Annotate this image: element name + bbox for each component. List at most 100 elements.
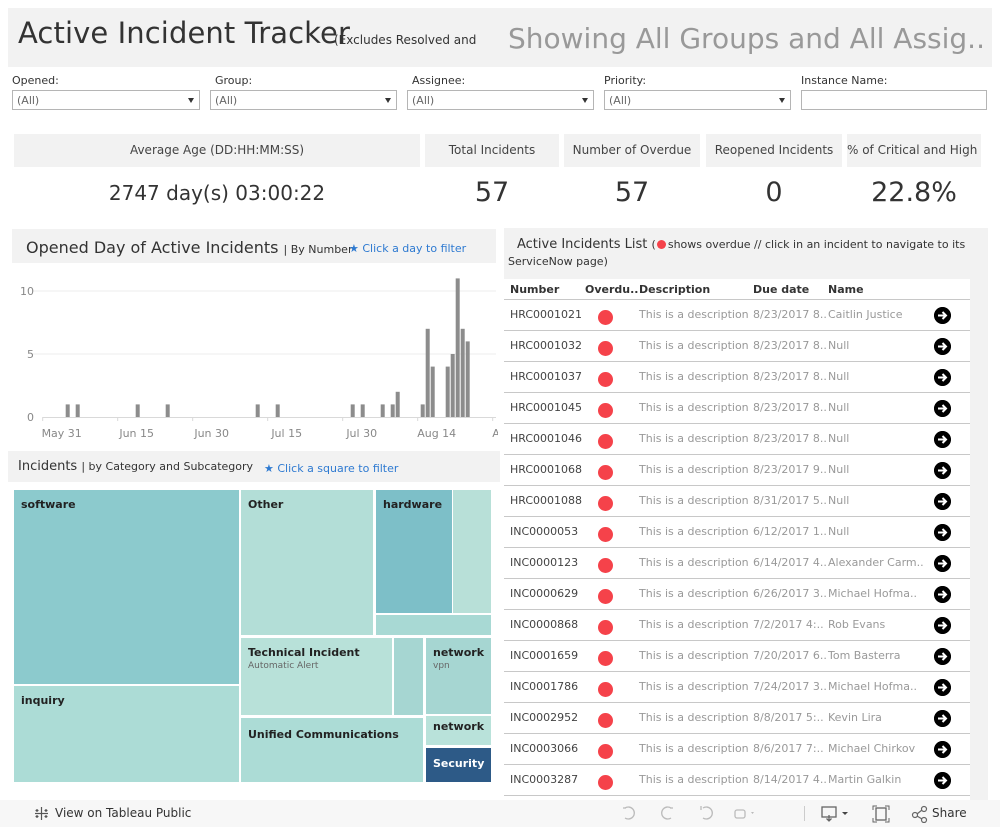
incident-row[interactable]: INC0003287 This is a description 8/14/2017… [504, 765, 970, 796]
treemap-cell-other[interactable]: Other [241, 490, 373, 635]
bar-aug-17[interactable] [430, 366, 435, 417]
navigate-arrow-icon[interactable] [934, 679, 951, 696]
navigate-arrow-icon[interactable] [934, 462, 951, 479]
column-header-name[interactable]: Name [828, 283, 864, 296]
bar-aug-20[interactable] [445, 366, 450, 417]
incident-number[interactable]: INC0002952 [510, 711, 578, 724]
bar-aug-23[interactable] [460, 328, 465, 417]
incident-number[interactable]: HRC0001088 [510, 494, 582, 507]
opened-day-bar-chart[interactable]: 0 5 10 May 31 Jun 15 Jun 30 Jul 15 Jul 30 Aug 14… [12, 263, 498, 445]
navigate-arrow-icon[interactable] [934, 648, 951, 665]
download-icon[interactable] [820, 805, 852, 823]
incident-row[interactable]: INC0000629 This is a description 6/26/2017… [504, 579, 970, 610]
incident-number[interactable]: HRC0001068 [510, 463, 582, 476]
incident-number[interactable]: HRC0001021 [510, 308, 582, 321]
bar-aug-16[interactable] [425, 328, 430, 417]
treemap-cell-technical-incident[interactable]: Technical Incident Automatic Alert [241, 638, 392, 715]
filter-opened-dropdown[interactable]: (All) [12, 90, 200, 110]
refresh-dropdown-icon[interactable] [733, 805, 759, 821]
treemap-cell-inquiry[interactable]: inquiry [14, 686, 239, 782]
filter-group-dropdown[interactable]: (All) [210, 90, 397, 110]
treemap-cell-hardware-sub2[interactable] [376, 615, 491, 635]
incident-row[interactable]: INC0000053 This is a description 6/12/2017… [504, 517, 970, 548]
bar-aug-10[interactable] [395, 391, 400, 417]
bar-aug-9[interactable] [390, 404, 395, 417]
navigate-arrow-icon[interactable] [934, 586, 951, 603]
undo-icon[interactable] [620, 805, 636, 821]
incident-row[interactable]: INC0002952 This is a description 8/8/2017 … [504, 703, 970, 734]
navigate-arrow-icon[interactable] [934, 369, 951, 386]
bar-aug-21[interactable] [450, 354, 455, 417]
incident-number[interactable]: HRC0001037 [510, 370, 582, 383]
incident-number[interactable]: HRC0001046 [510, 432, 582, 445]
incident-row[interactable]: HRC0001088 This is a description 8/31/2017… [504, 486, 970, 517]
incident-number[interactable]: INC0003287 [510, 773, 578, 786]
navigate-arrow-icon[interactable] [934, 772, 951, 789]
incident-row[interactable]: INC0003066 This is a description 8/6/2017 … [504, 734, 970, 765]
column-header-description[interactable]: Description [639, 283, 710, 296]
incident-row[interactable]: INC0001786 This is a description 7/24/2017… [504, 672, 970, 703]
navigate-arrow-icon[interactable] [934, 400, 951, 417]
treemap-cell-hardware[interactable]: hardware [376, 490, 452, 613]
treemap-cell-technical-sub[interactable] [394, 638, 423, 715]
treemap-cell-software[interactable]: software [14, 490, 239, 684]
treemap-cell-unified-communications[interactable]: Unified Communications [241, 718, 423, 782]
column-header-due-date[interactable]: Due date [753, 283, 809, 296]
navigate-arrow-icon[interactable] [934, 710, 951, 727]
bar-aug-1[interactable] [350, 404, 355, 417]
share-button[interactable]: Share [932, 806, 967, 820]
incident-number[interactable]: INC0003066 [510, 742, 578, 755]
view-on-tableau-public-link[interactable]: View on Tableau Public [55, 806, 191, 820]
navigate-arrow-icon[interactable] [934, 617, 951, 634]
incident-number[interactable]: INC0001786 [510, 680, 578, 693]
incident-row[interactable]: HRC0001032 This is a description 8/23/2017… [504, 331, 970, 362]
bar-jun-7[interactable] [75, 404, 80, 417]
navigate-arrow-icon[interactable] [934, 307, 951, 324]
bar-aug-3[interactable] [360, 404, 365, 417]
incident-row[interactable]: HRC0001068 This is a description 8/23/2017… [504, 455, 970, 486]
navigate-arrow-icon[interactable] [934, 741, 951, 758]
incident-number[interactable]: INC0001659 [510, 649, 578, 662]
navigate-arrow-icon[interactable] [934, 338, 951, 355]
fullscreen-icon[interactable] [872, 805, 890, 823]
incident-number[interactable]: HRC0001045 [510, 401, 582, 414]
incident-row[interactable]: INC0000123 This is a description 6/14/2017… [504, 548, 970, 579]
incident-row[interactable]: INC0001659 This is a description 7/20/2017… [504, 641, 970, 672]
incident-row[interactable]: HRC0001021 This is a description 8/23/2017… [504, 300, 970, 331]
filter-instance-input[interactable] [801, 90, 987, 110]
incident-row[interactable]: HRC0001037 This is a description 8/23/2017… [504, 362, 970, 393]
filter-priority-dropdown[interactable]: (All) [604, 90, 791, 110]
bar-jun-5[interactable] [65, 404, 70, 417]
treemap-cell-security[interactable]: Security [426, 748, 491, 782]
bar-jul-17[interactable] [275, 404, 280, 417]
incident-number[interactable]: HRC0001032 [510, 339, 582, 352]
incident-number[interactable]: INC0000053 [510, 525, 578, 538]
incident-row[interactable]: HRC0001045 This is a description 8/23/2017… [504, 393, 970, 424]
kpi-average-age-label: Average Age (DD:HH:MM:SS) [14, 134, 420, 167]
bar-jun-19[interactable] [135, 404, 140, 417]
share-icon[interactable] [911, 805, 929, 823]
column-header-overdue[interactable]: Overdu.. [585, 283, 638, 296]
revert-icon[interactable] [698, 805, 714, 821]
incident-number[interactable]: INC0000868 [510, 618, 578, 631]
bar-aug-15[interactable] [420, 404, 425, 417]
bar-jul-13[interactable] [255, 404, 260, 417]
bar-aug-22[interactable] [455, 278, 460, 417]
navigate-arrow-icon[interactable] [934, 431, 951, 448]
navigate-arrow-icon[interactable] [934, 493, 951, 510]
treemap-cell-network[interactable]: network [426, 716, 491, 745]
incident-number[interactable]: INC0000123 [510, 556, 578, 569]
navigate-arrow-icon[interactable] [934, 555, 951, 572]
filter-assignee-dropdown[interactable]: (All) [407, 90, 594, 110]
bar-aug-7[interactable] [380, 404, 385, 417]
treemap-cell-hardware-sub[interactable] [453, 490, 491, 613]
redo-icon[interactable] [660, 805, 676, 821]
column-header-number[interactable]: Number [510, 283, 559, 296]
bar-aug-24[interactable] [465, 341, 470, 417]
incident-number[interactable]: INC0000629 [510, 587, 578, 600]
treemap-cell-network-vpn[interactable]: network vpn [426, 638, 491, 714]
incident-row[interactable]: INC0000868 This is a description 7/2/2017 … [504, 610, 970, 641]
navigate-arrow-icon[interactable] [934, 524, 951, 541]
bar-jun-25[interactable] [165, 404, 170, 417]
incident-row[interactable]: HRC0001046 This is a description 8/23/2017… [504, 424, 970, 455]
